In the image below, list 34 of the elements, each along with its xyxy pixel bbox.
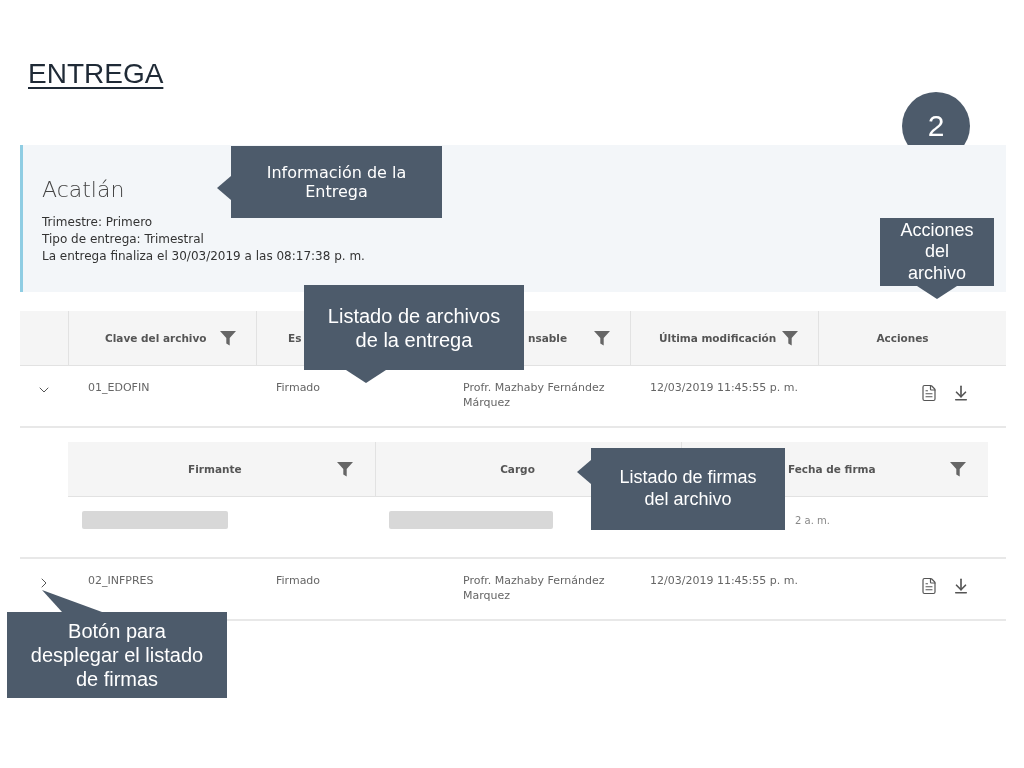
document-icon[interactable] <box>920 384 938 402</box>
column-header: Última modificación <box>659 332 777 344</box>
table-cell-text: Firmado <box>275 380 322 395</box>
column-header: Fecha de firma <box>788 463 876 475</box>
filter-icon[interactable] <box>594 330 610 346</box>
table-cell-text: 02_INFPRES <box>87 573 155 588</box>
table-cell-text: Profr. Mazhaby Fernández Marquez <box>462 573 606 603</box>
callout: Listado de archivos de la entrega <box>304 285 524 370</box>
info-line: Tipo de entrega: Trimestral <box>42 231 204 248</box>
info-line: Trimestre: Primero <box>42 214 153 231</box>
filter-icon[interactable] <box>220 330 236 346</box>
filter-icon[interactable] <box>950 461 966 477</box>
table-cell-text: 01_EDOFIN <box>87 380 151 395</box>
slide-title: ENTREGA <box>28 58 164 90</box>
column-header: Clave del archivo <box>105 332 207 344</box>
download-icon[interactable] <box>952 384 970 402</box>
column-header: Firmante <box>188 463 242 475</box>
filter-icon[interactable] <box>337 461 353 477</box>
column-header: Es <box>288 332 302 344</box>
column-header: nsable <box>528 332 568 344</box>
filter-icon[interactable] <box>782 330 798 346</box>
column-header: Acciones <box>876 332 929 344</box>
column-header: Cargo <box>500 463 535 475</box>
info-line: La entrega finaliza el 30/03/2019 a las 08:17:38 p. m. <box>42 248 365 265</box>
table-cell-text: Profr. Mazhaby Fernández Márquez <box>462 380 606 410</box>
document-icon[interactable] <box>920 577 938 595</box>
table-cell-text: Firmado <box>275 573 322 588</box>
download-icon[interactable] <box>952 577 970 595</box>
callout: Listado de firmas del archivo <box>591 448 785 530</box>
table-cell-text: 12/03/2019 11:45:55 p. m. <box>649 380 799 395</box>
table-cell-text: 2 a. m. <box>795 514 831 526</box>
campus-title: Acatlán <box>42 177 125 202</box>
callout: Información de la Entrega <box>231 146 442 218</box>
table-cell-text: 12/03/2019 11:45:55 p. m. <box>649 573 799 588</box>
